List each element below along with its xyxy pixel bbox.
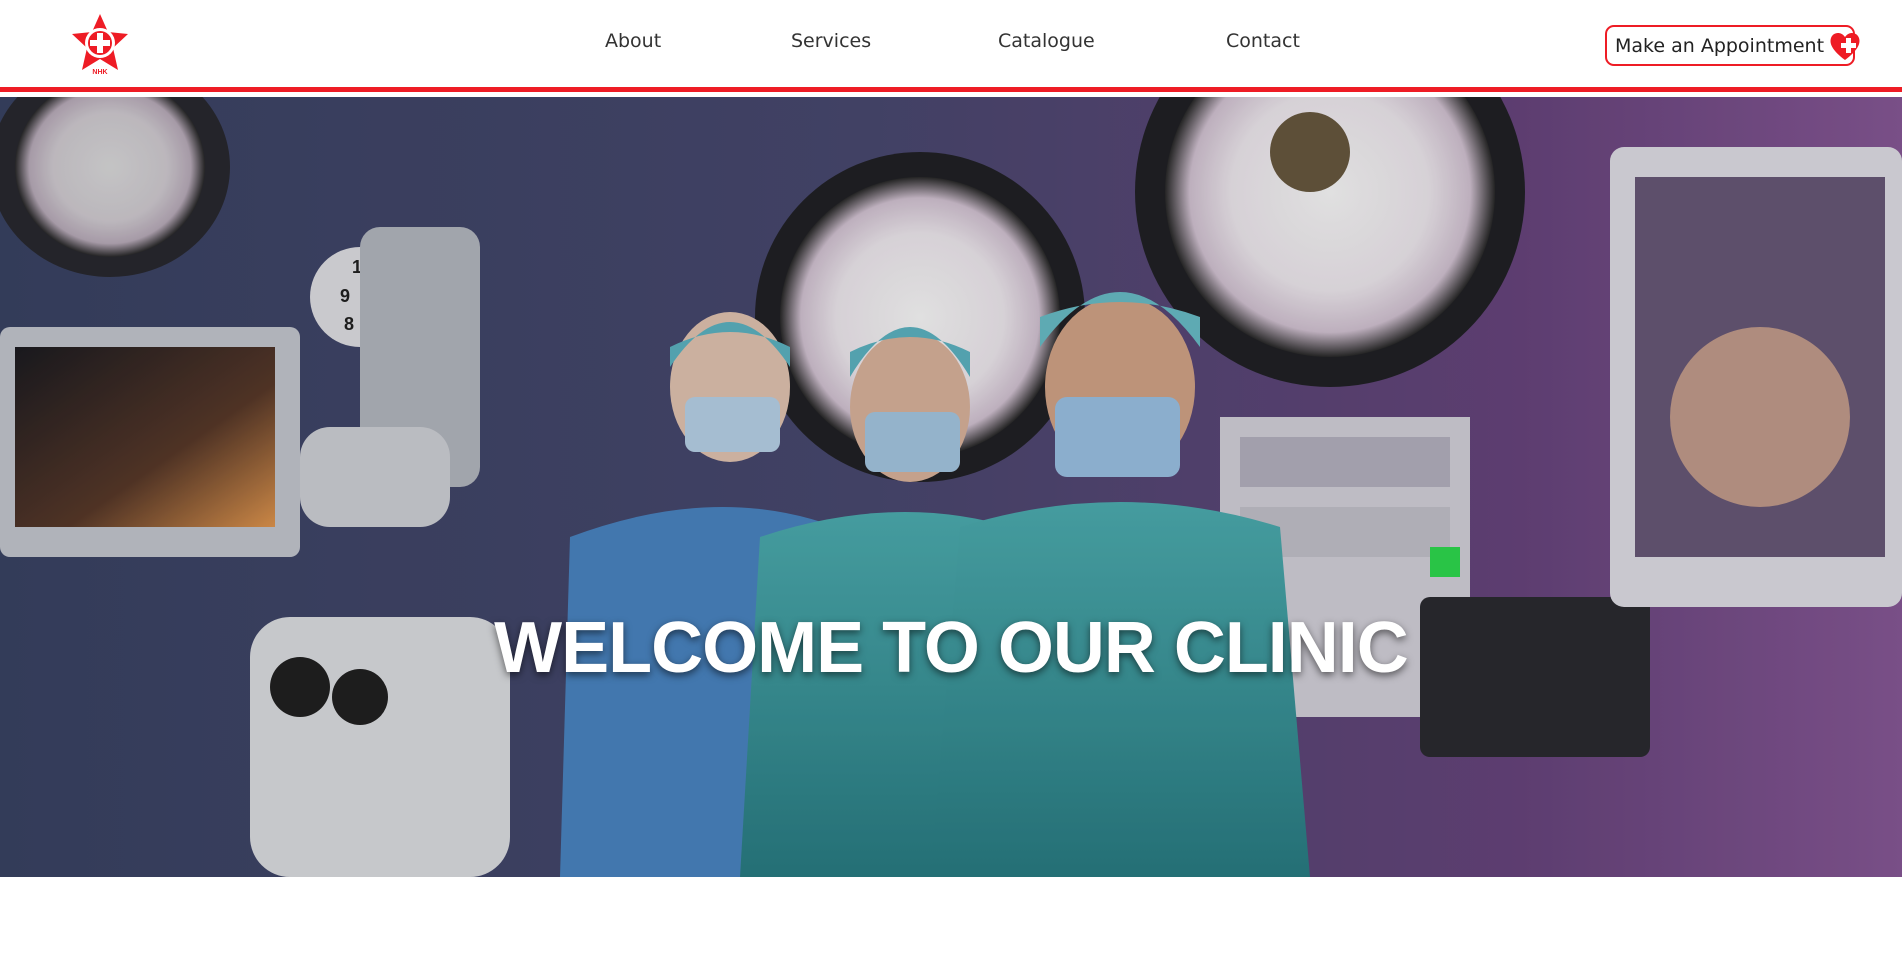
logo-text: NHK (92, 69, 107, 76)
heart-plus-icon (1830, 32, 1860, 60)
operating-room-photo: 10 9 8 (0, 97, 1902, 877)
page-below-hero (0, 877, 1902, 969)
nav-catalogue[interactable]: Catalogue (998, 30, 1095, 52)
nav-contact[interactable]: Contact (1226, 30, 1300, 52)
nav-about[interactable]: About (605, 30, 661, 52)
make-appointment-button[interactable]: Make an Appointment (1605, 25, 1860, 66)
hero-banner: 10 9 8 (0, 97, 1902, 877)
site-header: NHK About Services Catalogue Contact Mak… (0, 0, 1902, 92)
nav-services[interactable]: Services (791, 30, 871, 52)
hero-title: WELCOME TO OUR CLINIC (494, 608, 1409, 688)
make-appointment-label: Make an Appointment (1615, 34, 1825, 57)
